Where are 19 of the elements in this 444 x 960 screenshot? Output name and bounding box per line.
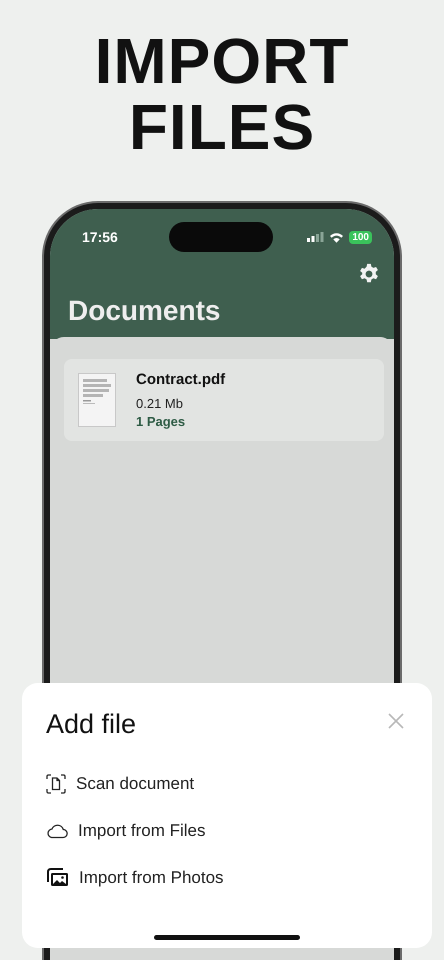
file-card[interactable]: Contract.pdf 0.21 Mb 1 Pages [64,359,384,441]
sheet-title: Add file [46,709,136,740]
file-size: 0.21 Mb [136,396,184,411]
cloud-icon [46,822,68,838]
sheet-action[interactable]: Import from Files [46,807,408,854]
signal-icon [307,232,324,242]
sheet-action[interactable]: Scan document [46,760,408,807]
file-name: Contract.pdf [136,371,226,388]
document-thumbnail-icon [78,373,116,427]
wifi-icon [329,232,344,242]
status-time: 17:56 [82,229,118,245]
photos-icon [46,868,69,887]
battery-level: 100 [349,230,372,244]
page-count: 1 Pages [136,414,186,429]
settings-icon[interactable] [358,263,380,285]
headline: IMPORT FILES [94,24,350,160]
sheet-action[interactable]: Import from Photos [46,854,408,901]
screen-title: Documents [68,294,222,328]
scan-icon [46,774,66,794]
